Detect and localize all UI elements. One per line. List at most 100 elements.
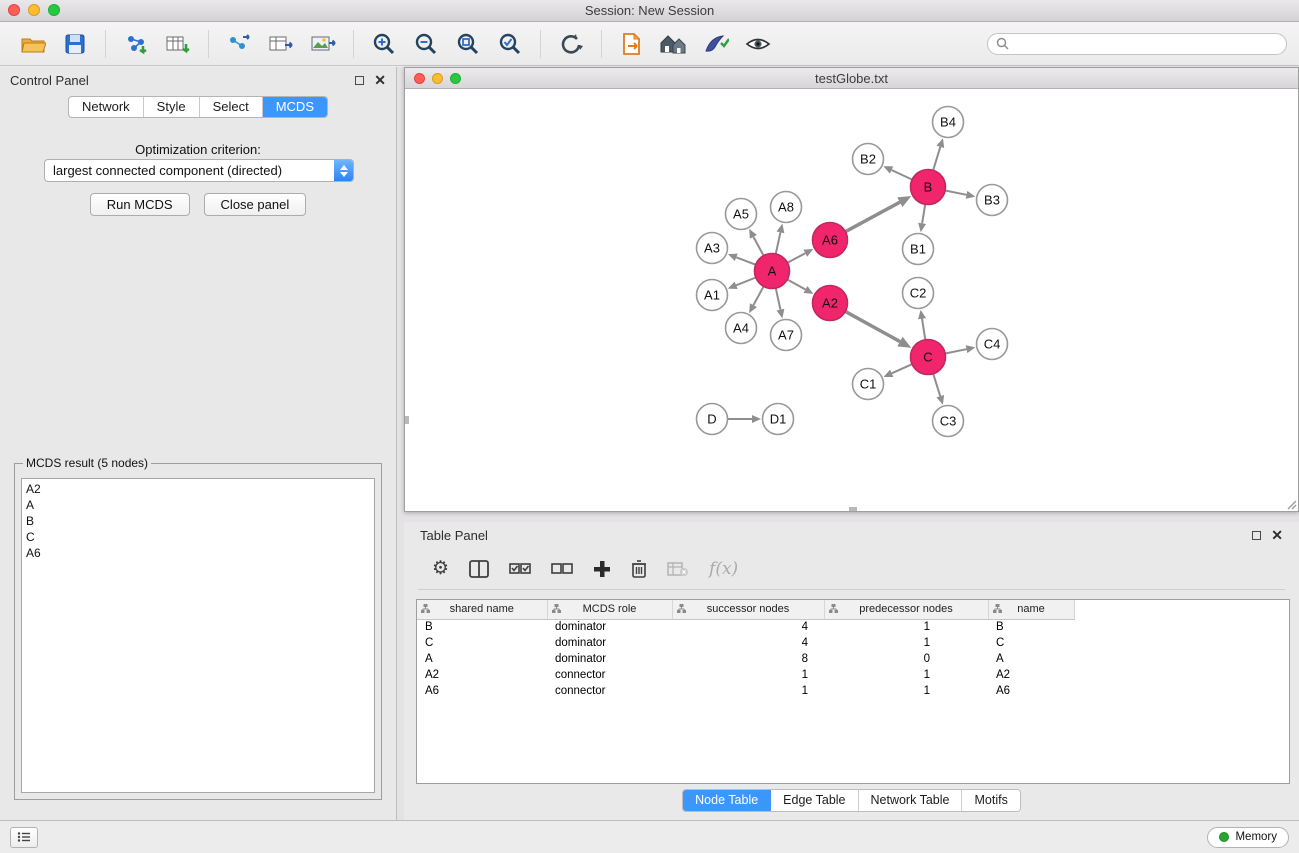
panel-list-button[interactable] xyxy=(10,827,38,848)
float-table-panel-icon[interactable] xyxy=(1252,531,1261,540)
node-table-container[interactable]: shared nameMCDS rolesuccessor nodesprede… xyxy=(416,599,1290,784)
resize-corner-icon[interactable] xyxy=(1285,498,1297,510)
table-cell[interactable]: 1 xyxy=(824,683,988,699)
table-cell[interactable]: A xyxy=(988,651,1074,667)
zoom-fit-icon[interactable] xyxy=(450,27,486,61)
table-cell[interactable]: B xyxy=(988,619,1074,635)
edge-A-A1[interactable] xyxy=(736,277,756,285)
optimization-dropdown[interactable]: largest connected component (directed) xyxy=(44,159,354,182)
result-item[interactable]: A6 xyxy=(26,545,370,561)
close-panel-icon[interactable]: ✕ xyxy=(374,73,386,87)
gear-icon[interactable]: ⚙ xyxy=(432,559,449,578)
zoom-selected-icon[interactable] xyxy=(492,27,528,61)
left-edge-handle[interactable] xyxy=(405,416,409,424)
edge-C-C3[interactable] xyxy=(933,374,940,396)
column-header-MCDS-role[interactable]: MCDS role xyxy=(547,600,672,619)
search-field[interactable] xyxy=(987,33,1287,55)
eye-icon[interactable] xyxy=(740,27,776,61)
search-input[interactable] xyxy=(1014,37,1278,51)
network-graph[interactable]: B4B2BB3A5A8A6A3B1AC2A1A2A4A7C4CC1DD1C3 xyxy=(406,90,1297,511)
tab-node-table[interactable]: Node Table xyxy=(683,790,771,811)
delete-row-icon[interactable] xyxy=(631,559,647,578)
edge-A6-B[interactable] xyxy=(845,202,899,231)
tab-mcds[interactable]: MCDS xyxy=(263,97,327,117)
edge-B-B4[interactable] xyxy=(933,147,940,170)
table-cell[interactable]: 4 xyxy=(672,619,824,635)
table-row[interactable]: Cdominator41C xyxy=(417,635,1074,651)
run-mcds-button[interactable]: Run MCDS xyxy=(90,193,190,216)
import-network-file-icon[interactable] xyxy=(118,27,154,61)
memory-button[interactable]: Memory xyxy=(1207,827,1289,848)
result-item[interactable]: C xyxy=(26,529,370,545)
table-cell[interactable]: A6 xyxy=(988,683,1074,699)
home-icon[interactable] xyxy=(656,27,692,61)
zoom-window-button[interactable] xyxy=(48,4,60,16)
edge-B-B3[interactable] xyxy=(945,190,966,194)
table-cell[interactable]: 1 xyxy=(824,619,988,635)
result-item[interactable]: B xyxy=(26,513,370,529)
close-network-window-button[interactable] xyxy=(414,73,425,84)
close-window-button[interactable] xyxy=(8,4,20,16)
edge-A-A7[interactable] xyxy=(776,288,781,310)
table-cell[interactable]: 0 xyxy=(824,651,988,667)
mcds-result-list[interactable]: A2ABCA6 xyxy=(21,478,375,793)
tab-network[interactable]: Network xyxy=(69,97,144,117)
tab-select[interactable]: Select xyxy=(200,97,263,117)
tab-style[interactable]: Style xyxy=(144,97,200,117)
network-canvas[interactable]: B4B2BB3A5A8A6A3B1AC2A1A2A4A7C4CC1DD1C3 xyxy=(406,90,1297,510)
table-cell[interactable]: dominator xyxy=(547,651,672,667)
columns-icon[interactable] xyxy=(469,560,489,578)
add-row-icon[interactable] xyxy=(593,560,611,578)
export-table-icon[interactable] xyxy=(263,27,299,61)
table-cell[interactable]: 4 xyxy=(672,635,824,651)
table-cell[interactable]: A6 xyxy=(417,683,547,699)
table-cell[interactable]: A2 xyxy=(417,667,547,683)
zoom-network-window-button[interactable] xyxy=(450,73,461,84)
tab-motifs[interactable]: Motifs xyxy=(962,790,1019,811)
edge-C-C4[interactable] xyxy=(945,349,966,353)
table-cell[interactable]: connector xyxy=(547,683,672,699)
edge-A2-C[interactable] xyxy=(845,311,900,341)
save-icon[interactable] xyxy=(57,27,93,61)
table-cell[interactable]: 1 xyxy=(824,667,988,683)
result-item[interactable]: A xyxy=(26,497,370,513)
table-cell[interactable]: A xyxy=(417,651,547,667)
edge-A-A5[interactable] xyxy=(753,237,763,256)
network-window-titlebar[interactable]: testGlobe.txt xyxy=(405,68,1298,89)
dropdown-stepper-icon[interactable] xyxy=(334,160,353,181)
open-session-icon[interactable] xyxy=(614,27,650,61)
network-window-controls[interactable] xyxy=(414,73,461,84)
tab-edge-table[interactable]: Edge Table xyxy=(771,790,858,811)
result-item[interactable]: A2 xyxy=(26,481,370,497)
import-table-file-icon[interactable] xyxy=(160,27,196,61)
minimize-window-button[interactable] xyxy=(28,4,40,16)
window-controls[interactable] xyxy=(8,4,60,16)
column-header-predecessor-nodes[interactable]: predecessor nodes xyxy=(824,600,988,619)
export-image-icon[interactable] xyxy=(305,27,341,61)
edge-A-A4[interactable] xyxy=(753,286,763,305)
table-row[interactable]: A6connector11A6 xyxy=(417,683,1074,699)
edge-B-B1[interactable] xyxy=(922,204,925,223)
tab-network-table[interactable]: Network Table xyxy=(859,790,963,811)
edge-C-C2[interactable] xyxy=(922,319,925,340)
edge-B-B2[interactable] xyxy=(892,170,913,180)
table-row[interactable]: Bdominator41B xyxy=(417,619,1074,635)
table-cell[interactable]: 8 xyxy=(672,651,824,667)
table-row[interactable]: A2connector11A2 xyxy=(417,667,1074,683)
column-header-name[interactable]: name xyxy=(988,600,1074,619)
zoom-out-icon[interactable] xyxy=(408,27,444,61)
close-panel-button[interactable]: Close panel xyxy=(204,193,307,216)
table-row[interactable]: Adominator80A xyxy=(417,651,1074,667)
table-cell[interactable]: 1 xyxy=(824,635,988,651)
deselect-all-icon[interactable] xyxy=(551,561,573,577)
edge-A-A8[interactable] xyxy=(776,232,781,254)
edge-A-A3[interactable] xyxy=(736,257,755,264)
bottom-edge-handle[interactable] xyxy=(849,507,857,511)
table-cell[interactable]: C xyxy=(988,635,1074,651)
table-cell[interactable]: 1 xyxy=(672,683,824,699)
table-cell[interactable]: 1 xyxy=(672,667,824,683)
edge-C-C1[interactable] xyxy=(892,364,912,373)
select-all-icon[interactable] xyxy=(509,561,531,577)
zoom-in-icon[interactable] xyxy=(366,27,402,61)
edge-A-A6[interactable] xyxy=(787,253,805,263)
